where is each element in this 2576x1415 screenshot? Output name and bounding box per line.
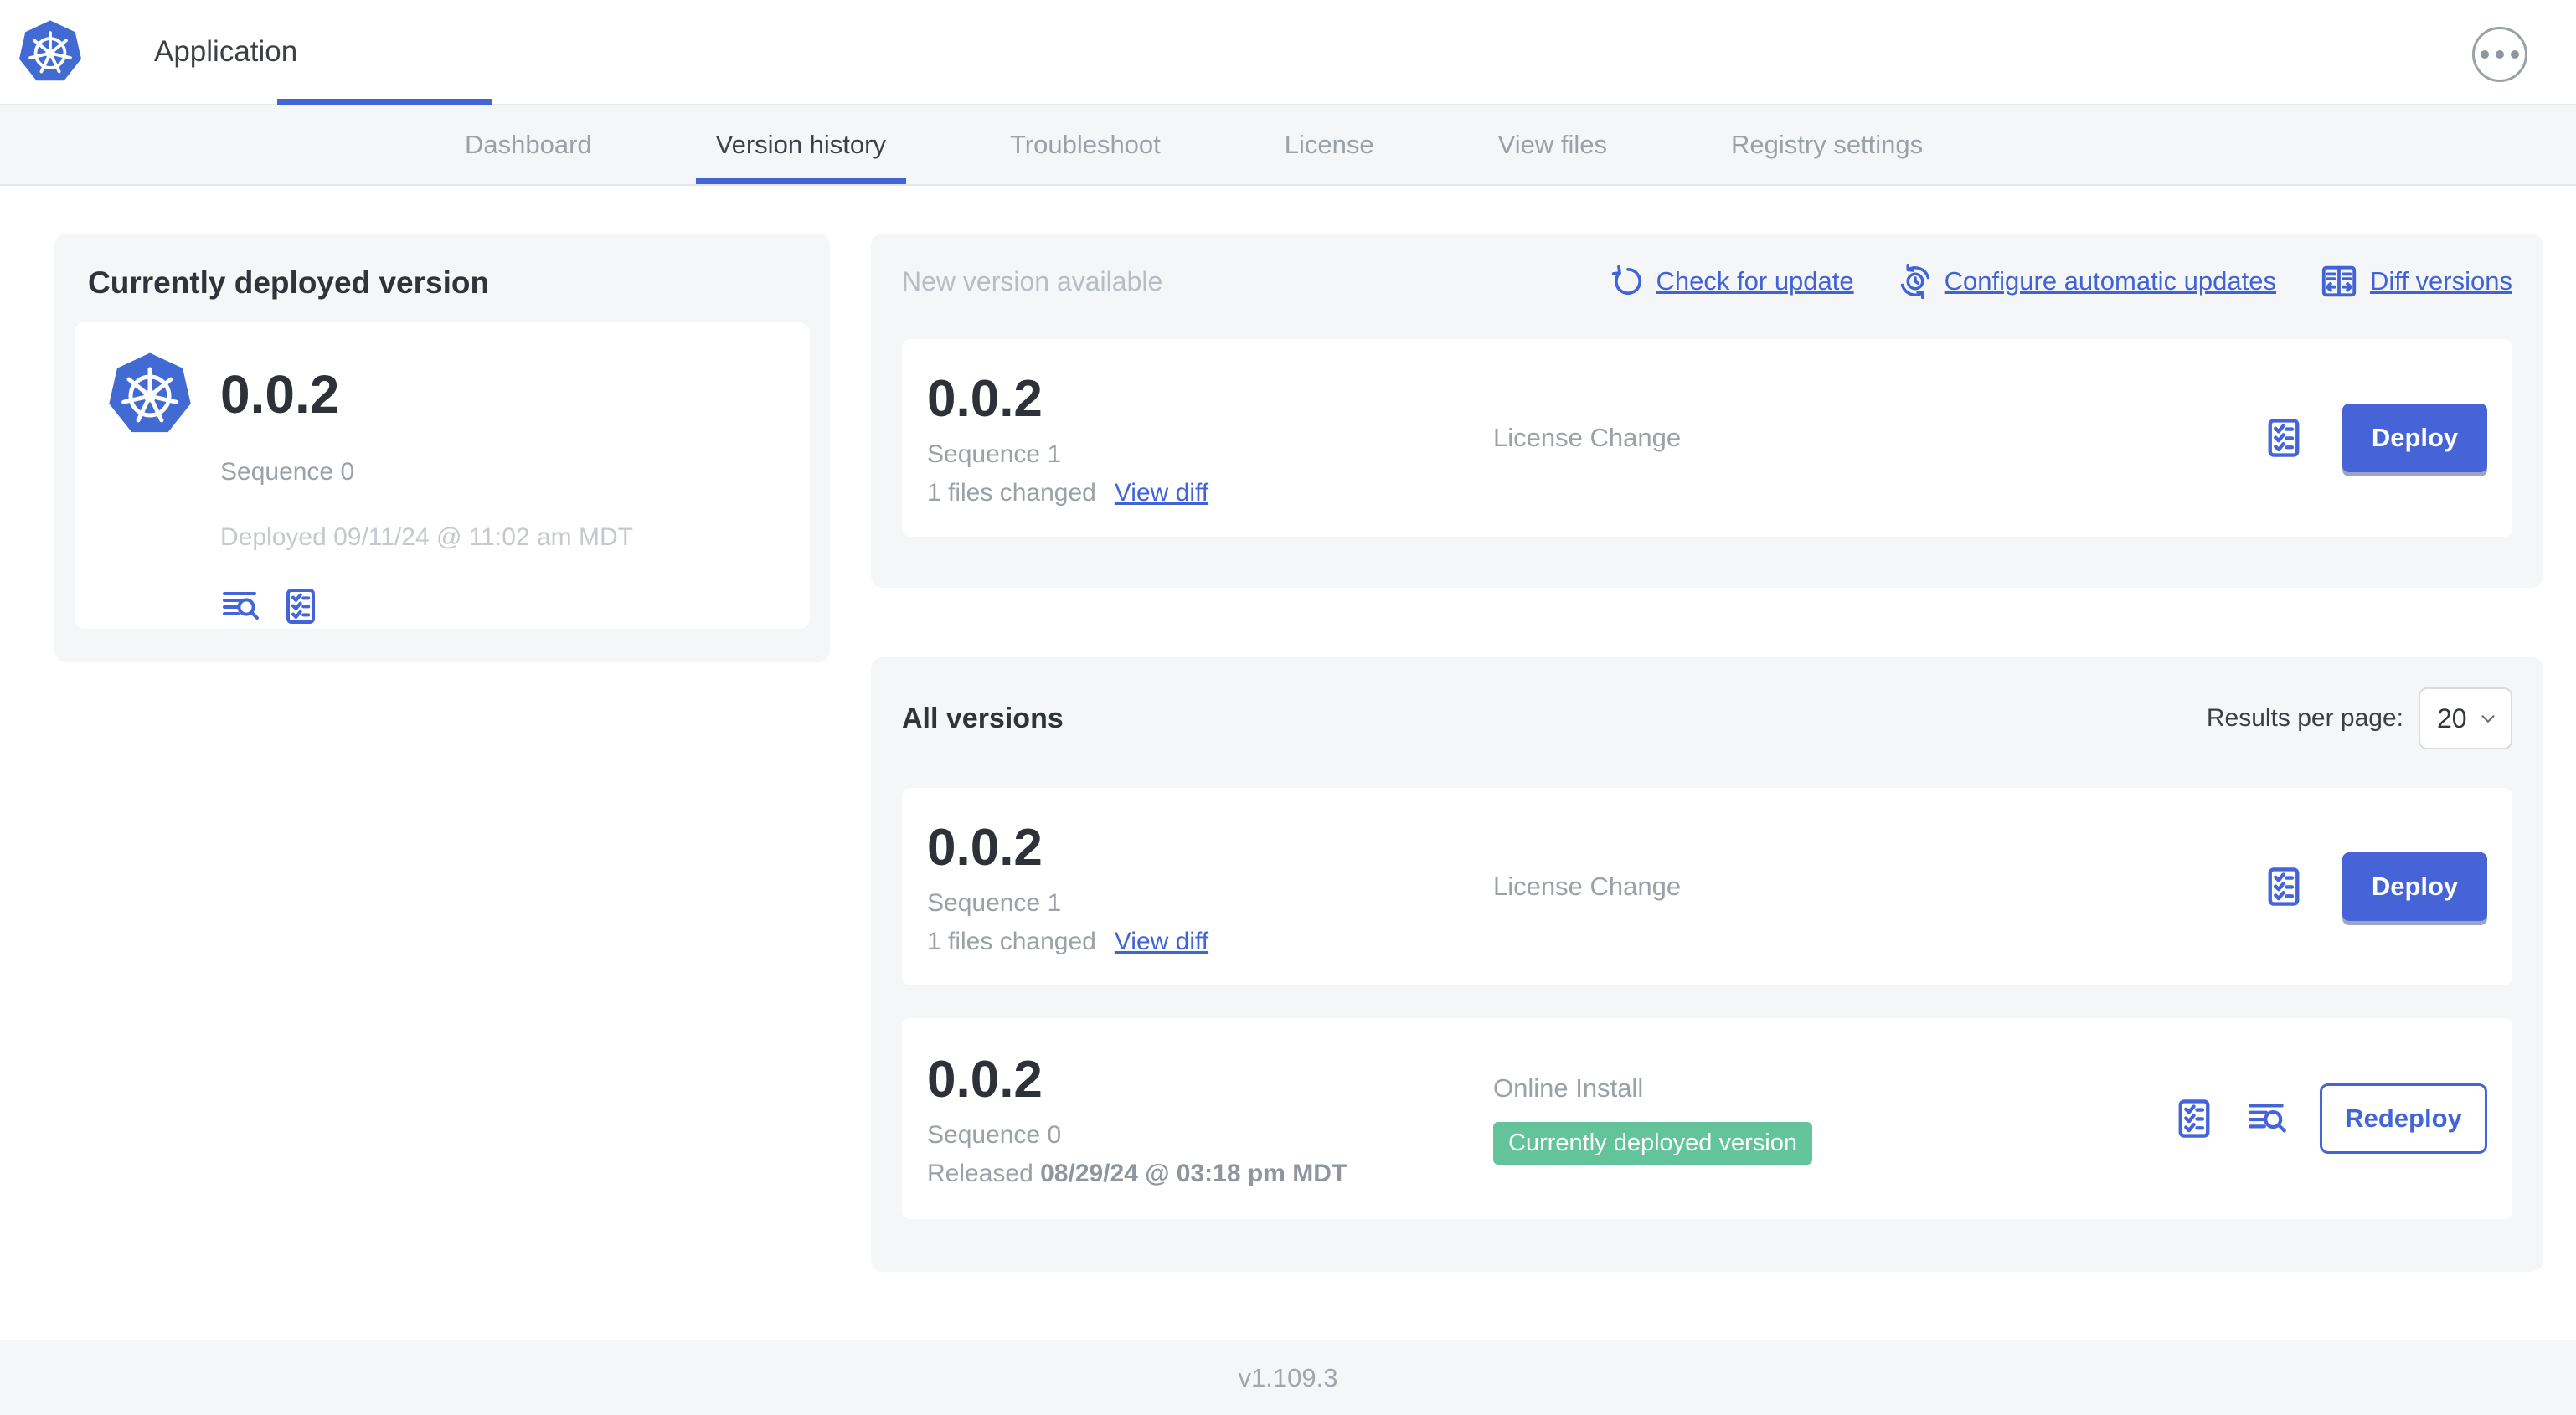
version-number: 0.0.2 <box>927 818 1043 877</box>
ellipsis-icon <box>2496 50 2504 59</box>
ellipsis-icon <box>2511 50 2519 59</box>
section-nav: Dashboard Version history Troubleshoot L… <box>0 105 2576 186</box>
preflight-checklist-icon[interactable] <box>2172 1096 2216 1141</box>
redeploy-button[interactable]: Redeploy <box>2320 1083 2487 1154</box>
version-sequence: Sequence 0 <box>927 1120 1062 1149</box>
new-version-panel: New version available Check for update C… <box>871 234 2543 588</box>
check-for-update-label: Check for update <box>1656 266 1854 296</box>
kubernetes-logo-icon <box>108 352 192 436</box>
preflight-checklist-icon[interactable] <box>281 585 321 627</box>
console-version: v1.109.3 <box>1238 1362 1338 1392</box>
diff-icon <box>2321 265 2357 297</box>
results-per-page-select[interactable]: 20 <box>2419 687 2512 749</box>
app-title: Application <box>154 35 298 68</box>
files-changed-count: 1 files changed <box>927 478 1096 507</box>
diff-versions-label: Diff versions <box>2370 266 2512 296</box>
console-footer: v1.109.3 <box>0 1340 2576 1415</box>
app-title-tab[interactable]: Application <box>154 0 492 105</box>
version-sequence: Sequence 1 <box>927 888 1062 917</box>
diff-versions-link[interactable]: Diff versions <box>2320 262 2512 301</box>
deploy-button[interactable]: Deploy <box>2342 404 2487 472</box>
new-version-row: 0.0.2 Sequence 1 1 files changed View di… <box>902 339 2512 537</box>
version-source: License Change <box>1493 872 1682 901</box>
version-released-timestamp: Released 08/29/24 @ 03:18 pm MDT <box>927 1160 1493 1188</box>
kots-admin-console: Application Dashboard Version history Tr… <box>0 0 2576 1415</box>
results-per-page-label: Results per page: <box>2206 704 2403 732</box>
files-changed-count: 1 files changed <box>927 927 1096 955</box>
ellipsis-icon <box>2481 50 2489 59</box>
deployed-sequence: Sequence 0 <box>220 458 355 486</box>
deployed-version-number: 0.0.2 <box>220 364 340 424</box>
deployed-timestamp: Deployed 09/11/24 @ 11:02 am MDT <box>220 523 633 551</box>
version-source: License Change <box>1493 423 1682 452</box>
version-sequence: Sequence 1 <box>927 440 1062 468</box>
deploy-logs-icon[interactable] <box>2246 1098 2290 1140</box>
auto-update-clock-icon <box>1900 264 1929 299</box>
active-app-underline <box>277 99 492 105</box>
currently-deployed-card: 0.0.2 Sequence 0 Deployed 09/11/24 @ 11:… <box>75 322 810 629</box>
version-number: 0.0.2 <box>927 369 1043 428</box>
version-number: 0.0.2 <box>927 1050 1043 1109</box>
configure-automatic-updates-link[interactable]: Configure automatic updates <box>1898 264 2276 299</box>
results-per-page-value: 20 <box>2437 702 2467 733</box>
version-row: 0.0.2 Sequence 0 Released 08/29/24 @ 03:… <box>902 1018 2512 1219</box>
tab-version-history[interactable]: Version history <box>696 105 906 184</box>
released-label: Released <box>927 1159 1033 1187</box>
refresh-icon <box>1611 265 1641 295</box>
chevron-down-icon <box>2481 715 2495 723</box>
currently-deployed-title: Currently deployed version <box>88 265 490 300</box>
version-history-page: Currently deployed version 0.0.2 Sequenc… <box>0 186 2576 1340</box>
version-source: Online Install <box>1493 1073 1644 1103</box>
tab-view-files[interactable]: View files <box>1478 105 1627 184</box>
new-version-heading: New version available <box>902 265 1163 296</box>
preflight-checklist-icon[interactable] <box>2262 864 2306 909</box>
all-versions-panel: All versions Results per page: 20 0.0.2 … <box>871 657 2543 1272</box>
view-diff-link[interactable]: View diff <box>1115 479 1208 507</box>
version-row: 0.0.2 Sequence 1 1 files changed View di… <box>902 788 2512 985</box>
deploy-logs-icon[interactable] <box>220 585 262 627</box>
currently-deployed-badge: Currently deployed version <box>1493 1121 1812 1165</box>
deploy-button[interactable]: Deploy <box>2342 852 2487 921</box>
tab-troubleshoot[interactable]: Troubleshoot <box>990 105 1181 184</box>
preflight-checklist-icon[interactable] <box>2262 415 2306 461</box>
check-for-update-link[interactable]: Check for update <box>1611 265 1854 298</box>
released-date: 08/29/24 @ 03:18 pm MDT <box>1040 1159 1347 1187</box>
kubernetes-logo-icon <box>18 20 82 83</box>
view-diff-link[interactable]: View diff <box>1115 928 1208 956</box>
configure-automatic-updates-label: Configure automatic updates <box>1944 266 2276 296</box>
app-header: Application <box>0 0 2576 105</box>
tab-dashboard[interactable]: Dashboard <box>445 105 612 184</box>
tab-registry-settings[interactable]: Registry settings <box>1711 105 1943 184</box>
all-versions-heading: All versions <box>902 702 1064 734</box>
tab-license[interactable]: License <box>1265 105 1394 184</box>
currently-deployed-panel: Currently deployed version 0.0.2 Sequenc… <box>54 234 830 662</box>
more-menu-button[interactable] <box>2472 27 2527 82</box>
